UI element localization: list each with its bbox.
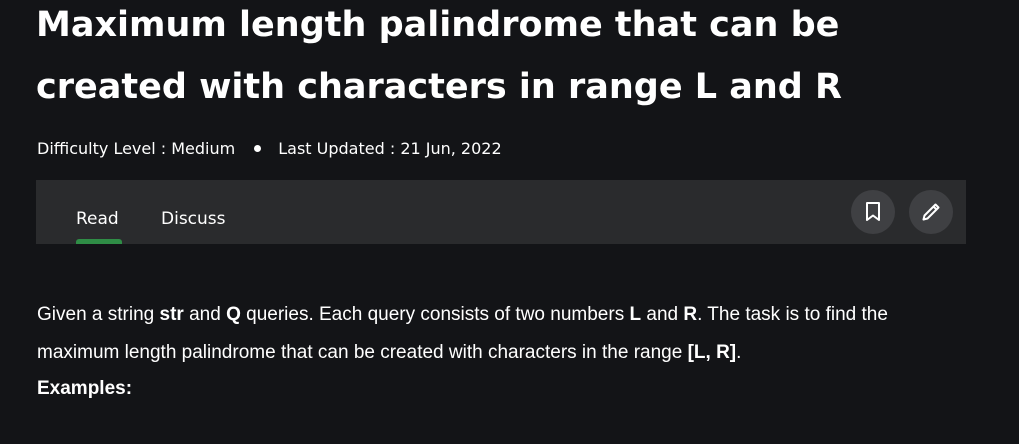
term-r: R (683, 304, 698, 325)
article-meta: Difficulty Level : Medium Last Updated :… (37, 136, 502, 160)
tab-discuss[interactable]: Discuss (161, 209, 226, 229)
article-title: Maximum length palindrome that can be cr… (36, 5, 842, 107)
term-q: Q (226, 304, 241, 325)
tab-read[interactable]: Read (76, 209, 119, 229)
term-l: L (629, 304, 642, 325)
edit-button[interactable] (909, 190, 953, 234)
term-range: [L, R] (687, 342, 737, 363)
bookmark-icon (866, 202, 880, 221)
separator-dot (254, 144, 262, 152)
updated-label: Last Updated : (278, 138, 401, 158)
term-str: str (159, 304, 184, 325)
difficulty-value[interactable]: Medium (171, 139, 235, 158)
article-tab-bar: Read Discuss (36, 180, 966, 244)
bookmark-button[interactable] (851, 190, 895, 234)
examples-heading: Examples: (37, 378, 133, 399)
updated-date: 21 Jun, 2022 (400, 138, 502, 158)
pencil-icon (922, 203, 940, 221)
difficulty-label: Difficulty Level : (37, 138, 172, 158)
article-description: Given a string str and Q queries. Each q… (37, 304, 894, 363)
active-tab-indicator (76, 239, 122, 244)
